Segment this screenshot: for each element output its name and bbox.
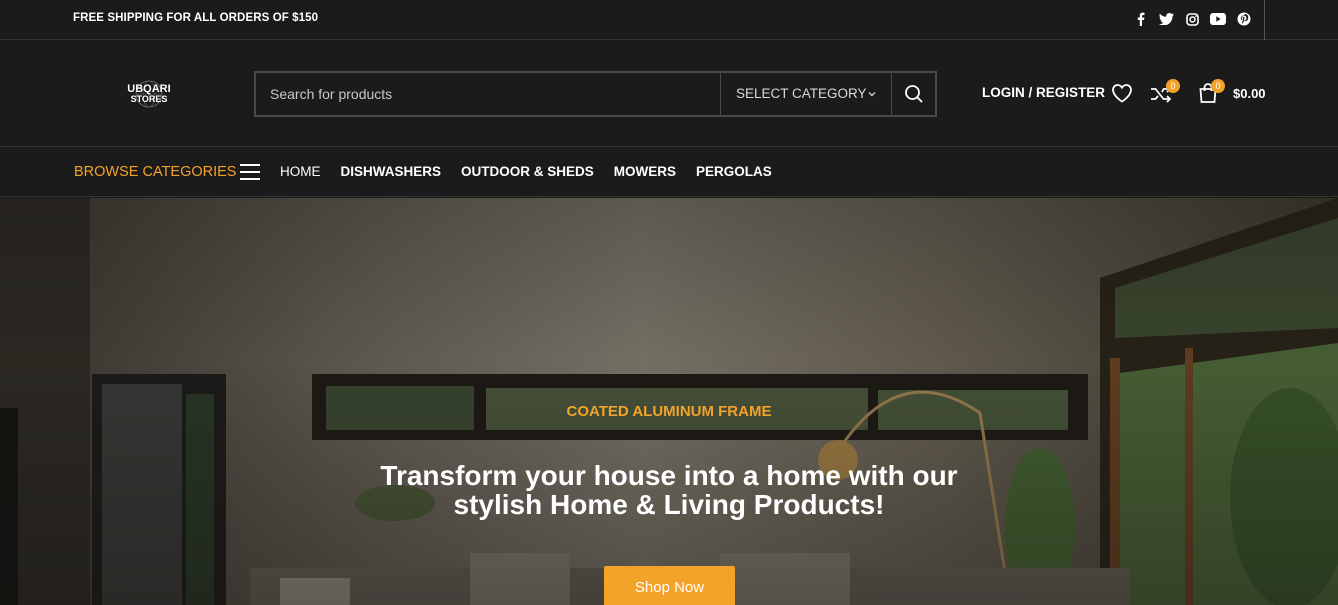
wishlist-button[interactable] [1111, 83, 1133, 108]
login-register-link[interactable]: LOGIN / REGISTER [982, 85, 1105, 100]
hero-title: Transform your house into a home with ou… [380, 460, 958, 520]
category-select-label: SELECT CATEGORY [736, 86, 867, 101]
hero-banner: COATED ALUMINUM FRAME Transform your hou… [0, 198, 1338, 605]
category-select[interactable]: SELECT CATEGORY [720, 73, 892, 115]
nav-item-home[interactable]: HOME [280, 164, 321, 179]
store-logo[interactable]: UBQARI STORES [118, 78, 180, 114]
twitter-icon[interactable] [1157, 10, 1175, 28]
hero-overlay [0, 198, 1338, 605]
top-bar: FREE SHIPPING FOR ALL ORDERS OF $150 [0, 0, 1338, 40]
compare-count-badge: 0 [1166, 79, 1180, 93]
search-input[interactable]: Search for products [270, 86, 392, 102]
free-shipping-notice: FREE SHIPPING FOR ALL ORDERS OF $150 [73, 12, 319, 24]
instagram-icon[interactable] [1183, 10, 1201, 28]
social-links [1131, 10, 1253, 28]
hamburger-menu-icon[interactable] [240, 164, 260, 180]
cart-button[interactable]: 0 [1197, 79, 1225, 109]
main-header: UBQARI STORES Search for products SELECT… [0, 41, 1338, 147]
nav-menu: HOME DISHWASHERS OUTDOOR & SHEDS MOWERS … [280, 164, 772, 179]
topbar-divider [1264, 0, 1265, 40]
heart-icon [1112, 84, 1132, 103]
nav-item-pergolas[interactable]: PERGOLAS [696, 164, 772, 179]
shop-now-button[interactable]: Shop Now [604, 566, 735, 605]
cart-count-badge: 0 [1211, 79, 1225, 93]
youtube-icon[interactable] [1209, 10, 1227, 28]
main-navigation: BROWSE CATEGORIES HOME DISHWASHERS OUTDO… [0, 148, 1338, 197]
compare-button[interactable]: 0 [1150, 79, 1180, 109]
browse-categories-button[interactable]: BROWSE CATEGORIES [74, 164, 236, 180]
search-button[interactable] [893, 73, 935, 115]
search-icon [905, 85, 923, 103]
search-bar: Search for products SELECT CATEGORY [254, 71, 937, 117]
nav-item-dishwashers[interactable]: DISHWASHERS [341, 164, 442, 179]
chevron-down-icon [867, 86, 877, 104]
logo-line2: STORES [131, 94, 168, 104]
hero-subtitle: COATED ALUMINUM FRAME [566, 403, 772, 420]
pinterest-icon[interactable] [1235, 10, 1253, 28]
nav-item-outdoor-sheds[interactable]: OUTDOOR & SHEDS [461, 164, 594, 179]
nav-item-mowers[interactable]: MOWERS [614, 164, 676, 179]
cart-total[interactable]: $0.00 [1233, 86, 1266, 101]
facebook-icon[interactable] [1131, 10, 1149, 28]
